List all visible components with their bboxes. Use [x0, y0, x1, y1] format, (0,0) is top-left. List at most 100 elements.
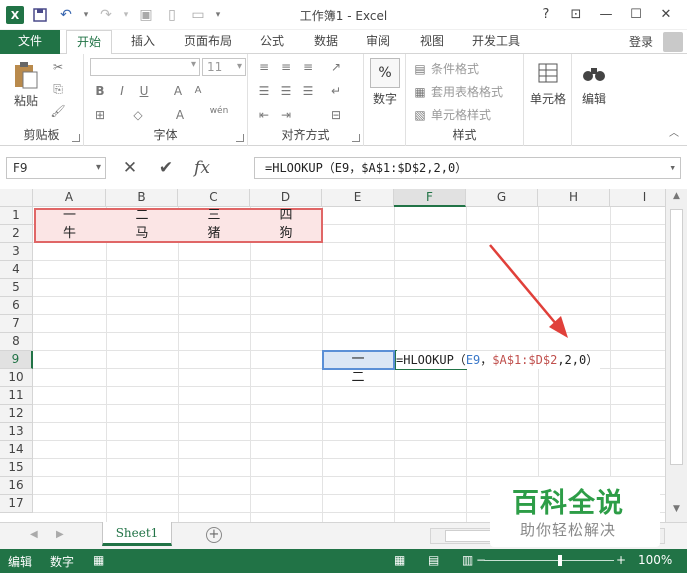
sheet-next-icon[interactable]: ▶ — [56, 529, 64, 540]
paste-button[interactable]: 粘贴 — [8, 60, 44, 109]
maximize-icon[interactable]: ☐ — [621, 4, 651, 24]
minimize-icon[interactable]: — — [591, 4, 621, 24]
tab-developer[interactable]: 开发工具 — [464, 30, 528, 54]
formula-buttons: ✕ ✔ fx — [112, 157, 252, 179]
increase-font-icon[interactable]: A — [170, 84, 186, 98]
cut-icon[interactable]: ✂ — [50, 60, 66, 74]
cancel-formula-icon[interactable]: ✕ — [112, 158, 148, 178]
cells-icon — [533, 58, 563, 88]
normal-view-icon[interactable]: ▦ — [394, 553, 405, 567]
ribbon-home: 粘贴 ✂ ⎘ 🖌 剪贴板 11 B I U A A ⊞ ◇ A wén 字体 ≡… — [0, 54, 687, 146]
group-styles: ▤ 条件格式 ▦ 套用表格格式 ▧ 单元格样式 样式 — [406, 54, 524, 146]
tab-home[interactable]: 开始 — [66, 30, 112, 55]
table-icon: ▦ — [414, 84, 426, 99]
conditional-format-button[interactable]: ▤ 条件格式 — [412, 60, 479, 77]
scroll-down-icon[interactable]: ▼ — [668, 504, 685, 520]
macro-record-icon[interactable]: ▦ — [93, 553, 104, 567]
watermark-subtitle: 助你轻松解决 — [520, 521, 617, 539]
align-left-icon[interactable]: ☰ — [256, 84, 272, 98]
conditional-format-icon: ▤ — [414, 61, 426, 76]
phonetic-icon[interactable]: wén — [208, 104, 230, 118]
percent-icon: % — [370, 58, 400, 88]
orientation-icon[interactable]: ↗ — [328, 60, 344, 74]
number-format-button[interactable]: % 数字 — [367, 58, 403, 107]
add-sheet-icon[interactable]: + — [206, 527, 222, 543]
font-color-icon[interactable]: A — [172, 108, 188, 122]
ribbon-display-icon[interactable]: ⊡ — [561, 4, 591, 24]
status-mode: 编辑 — [8, 555, 33, 569]
group-alignment: ≡ ≡ ≡ ↗ ☰ ☰ ☰ ↵ ⇤ ⇥ ⊟ 对齐方式 — [248, 54, 364, 146]
paste-icon — [11, 60, 41, 90]
group-label-styles: 样式 — [452, 128, 477, 142]
fill-color-icon[interactable]: ◇ — [130, 108, 146, 122]
align-right-icon[interactable]: ☰ — [300, 84, 316, 98]
align-middle-icon[interactable]: ≡ — [278, 60, 294, 74]
cell-style-icon: ▧ — [414, 107, 426, 122]
align-bottom-icon[interactable]: ≡ — [300, 60, 316, 74]
horizontal-scroll-thumb[interactable] — [445, 530, 493, 542]
insert-function-icon[interactable]: fx — [184, 158, 220, 178]
ribbon-tabs: 文件 开始 插入 页面布局 公式 数据 审阅 视图 开发工具 登录 — [0, 30, 687, 55]
scroll-up-icon[interactable]: ▲ — [668, 191, 685, 207]
cells-button[interactable]: 单元格 — [526, 58, 570, 107]
cell-styles-button[interactable]: ▧ 单元格样式 — [412, 106, 491, 123]
name-box[interactable]: F9 — [6, 157, 106, 179]
watermark: 百科全说 助你轻松解决 — [490, 477, 660, 547]
tab-data[interactable]: 数据 — [304, 30, 348, 54]
format-as-table-button[interactable]: ▦ 套用表格格式 — [412, 83, 503, 100]
tab-insert[interactable]: 插入 — [120, 30, 166, 54]
align-center-icon[interactable]: ☰ — [278, 84, 294, 98]
font-name-dropdown[interactable] — [90, 58, 200, 76]
close-icon[interactable]: ✕ — [651, 4, 681, 24]
tab-review[interactable]: 审阅 — [356, 30, 400, 54]
alignment-launcher-icon[interactable] — [352, 134, 360, 142]
tab-formulas[interactable]: 公式 — [250, 30, 294, 54]
decrease-font-icon[interactable]: A — [190, 84, 206, 98]
font-launcher-icon[interactable] — [236, 134, 244, 142]
watermark-title: 百科全说 — [512, 488, 624, 519]
vertical-scrollbar[interactable]: ▲ ▼ — [665, 189, 687, 522]
border-icon[interactable]: ⊞ — [92, 108, 108, 122]
tab-file[interactable]: 文件 — [0, 30, 60, 54]
tab-page-layout[interactable]: 页面布局 — [176, 30, 240, 54]
group-label-clipboard: 剪贴板 — [23, 128, 60, 142]
decrease-indent-icon[interactable]: ⇤ — [256, 108, 272, 122]
tab-view[interactable]: 视图 — [410, 30, 454, 54]
clipboard-launcher-icon[interactable] — [72, 134, 80, 142]
vertical-scroll-thumb[interactable] — [670, 209, 683, 465]
format-painter-icon[interactable]: 🖌 — [50, 104, 66, 118]
zoom-slider[interactable] — [484, 560, 614, 561]
avatar[interactable] — [663, 32, 683, 52]
formula-input[interactable]: =HLOOKUP（E9，$A$1:$D$2,2,0） — [254, 157, 681, 179]
increase-indent-icon[interactable]: ⇥ — [278, 108, 294, 122]
group-number: % 数字 — [364, 54, 406, 146]
login-link[interactable]: 登录 — [629, 33, 653, 50]
page-break-view-icon[interactable]: ▥ — [462, 553, 473, 567]
copy-icon[interactable]: ⎘ — [50, 82, 66, 96]
title-bar: X ↶ ▾ ↷ ▾ ▣ ▯ ▭ ▾ 工作簿1 - Excel ? ⊡ — ☐ ✕ — [0, 0, 687, 30]
merge-center-icon[interactable]: ⊟ — [328, 108, 344, 122]
underline-icon[interactable]: U — [136, 84, 152, 98]
binoculars-icon — [579, 58, 609, 88]
sheet-prev-icon[interactable]: ◀ — [30, 529, 38, 540]
enter-formula-icon[interactable]: ✔ — [148, 158, 184, 178]
wrap-text-icon[interactable]: ↵ — [328, 84, 344, 98]
formula-bar: F9 ✕ ✔ fx =HLOOKUP（E9，$A$1:$D$2,2,0） — [0, 154, 687, 182]
editing-button[interactable]: 编辑 — [574, 58, 614, 107]
align-top-icon[interactable]: ≡ — [256, 60, 272, 74]
italic-icon[interactable]: I — [114, 84, 130, 98]
zoom-level[interactable]: 100% — [638, 553, 672, 567]
worksheet-grid[interactable]: ABCDEFGHI 1 2 3 4 5 6 7 8 9 10 11 12 13 14 15 16 17 一二三四… — [0, 189, 665, 522]
bold-icon[interactable]: B — [92, 84, 108, 98]
page-layout-view-icon[interactable]: ▤ — [428, 553, 439, 567]
group-cells: 单元格 — [524, 54, 572, 146]
status-bar: 编辑 数字 ▦ ▦ ▤ ▥ − + 100% — [0, 549, 687, 573]
annotation-arrow — [489, 244, 568, 338]
help-icon[interactable]: ? — [531, 4, 561, 24]
font-size-dropdown[interactable]: 11 — [202, 58, 246, 76]
sheet-tab-sheet1[interactable]: Sheet1 — [102, 522, 172, 546]
collapse-ribbon-icon[interactable]: ︿ — [669, 124, 679, 139]
zoom-slider-knob[interactable] — [558, 555, 562, 566]
zoom-in-icon[interactable]: + — [616, 553, 626, 567]
group-label-font: 字体 — [153, 128, 178, 142]
